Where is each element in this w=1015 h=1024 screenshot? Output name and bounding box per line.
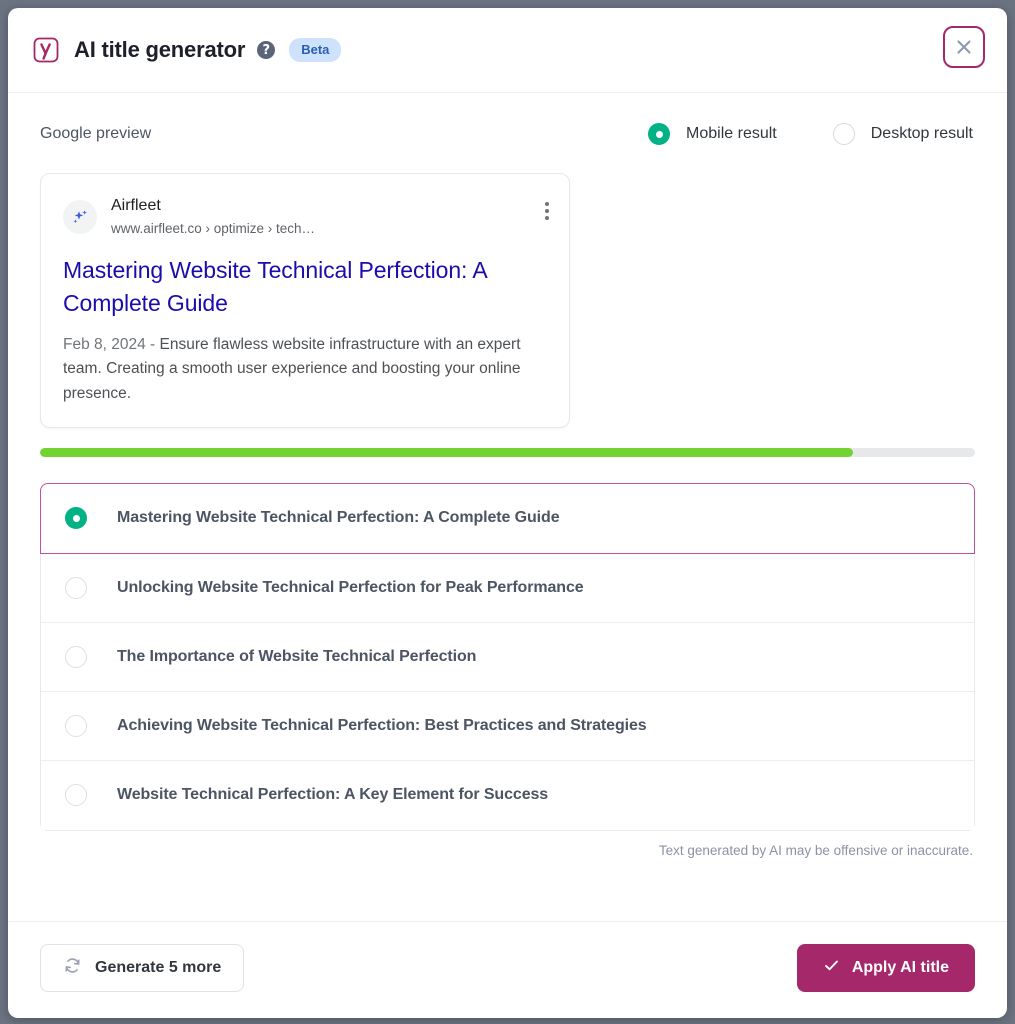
modal-header: AI title generator ? Beta xyxy=(8,8,1007,93)
radio-desktop-label: Desktop result xyxy=(870,125,973,142)
check-icon xyxy=(823,957,840,979)
serp-site-text: Airfleet www.airfleet.co › optimize › te… xyxy=(111,196,315,238)
generation-progress-bar xyxy=(40,447,975,457)
apply-ai-title-label: Apply AI title xyxy=(851,959,949,976)
serp-title[interactable]: Mastering Website Technical Perfection: … xyxy=(63,254,543,320)
generate-more-label: Generate 5 more xyxy=(95,959,222,976)
generate-more-button[interactable]: Generate 5 more xyxy=(40,944,245,992)
title-option-radio-1 xyxy=(65,507,87,529)
preview-controls-row: Google preview Mobile result Desktop res… xyxy=(40,123,975,145)
status-badge: Beta xyxy=(289,38,342,62)
radio-desktop-indicator xyxy=(832,123,855,145)
serp-description: Feb 8, 2024 - Ensure flawless website in… xyxy=(63,333,545,407)
generation-progress-fill xyxy=(40,447,854,457)
serp-date-separator: - xyxy=(150,335,156,353)
title-option-radio-5 xyxy=(65,784,87,806)
serp-date: Feb 8, 2024 xyxy=(63,335,146,353)
radio-mobile-indicator xyxy=(648,123,671,145)
serp-breadcrumb-url: www.airfleet.co › optimize › tech… xyxy=(111,220,316,236)
title-option-row-3[interactable]: The Importance of Website Technical Perf… xyxy=(41,622,974,692)
modal-footer: Generate 5 more Apply AI title xyxy=(8,921,1007,1018)
title-option-radio-2 xyxy=(65,576,87,599)
google-preview-label: Google preview xyxy=(40,125,152,142)
modal-body: Google preview Mobile result Desktop res… xyxy=(8,93,1007,893)
radio-desktop-result[interactable]: Desktop result xyxy=(832,123,973,145)
title-option-label-1: Mastering Website Technical Perfection: … xyxy=(117,509,560,526)
close-icon xyxy=(957,40,971,54)
google-preview-card: Airfleet www.airfleet.co › optimize › te… xyxy=(40,173,570,428)
device-toggle-group: Mobile result Desktop result xyxy=(648,123,975,145)
radio-mobile-label: Mobile result xyxy=(686,125,777,142)
title-option-row-2[interactable]: Unlocking Website Technical Perfection f… xyxy=(41,553,974,623)
apply-ai-title-button[interactable]: Apply AI title xyxy=(796,944,975,992)
title-option-radio-3 xyxy=(65,645,87,668)
more-options-icon[interactable] xyxy=(545,202,549,220)
ai-disclaimer-text: Text generated by AI may be offensive or… xyxy=(658,842,973,858)
serp-site-row: Airfleet www.airfleet.co › optimize › te… xyxy=(63,196,547,238)
title-option-label-2: Unlocking Website Technical Perfection f… xyxy=(117,578,584,596)
close-button[interactable] xyxy=(943,26,985,68)
page-title: AI title generator xyxy=(74,37,246,62)
title-option-row-1[interactable]: Mastering Website Technical Perfection: … xyxy=(40,482,975,554)
refresh-icon xyxy=(63,956,82,980)
sparkle-favicon-icon xyxy=(63,200,97,235)
title-option-label-5: Website Technical Perfection: A Key Elem… xyxy=(117,786,549,803)
title-option-row-4[interactable]: Achieving Website Technical Perfection: … xyxy=(41,691,974,761)
title-options-list: Mastering Website Technical Perfection: … xyxy=(40,482,975,831)
serp-site-name: Airfleet xyxy=(111,197,161,214)
radio-mobile-result[interactable]: Mobile result xyxy=(648,123,777,145)
title-option-row-5[interactable]: Website Technical Perfection: A Key Elem… xyxy=(41,760,974,830)
ai-title-generator-modal: AI title generator ? Beta Google preview… xyxy=(8,8,1007,1018)
title-option-label-3: The Importance of Website Technical Perf… xyxy=(117,647,477,665)
help-question-icon[interactable]: ? xyxy=(257,41,276,59)
title-option-label-4: Achieving Website Technical Perfection: … xyxy=(117,716,647,734)
title-option-radio-4 xyxy=(65,714,87,737)
yoast-logo-icon xyxy=(32,36,60,64)
